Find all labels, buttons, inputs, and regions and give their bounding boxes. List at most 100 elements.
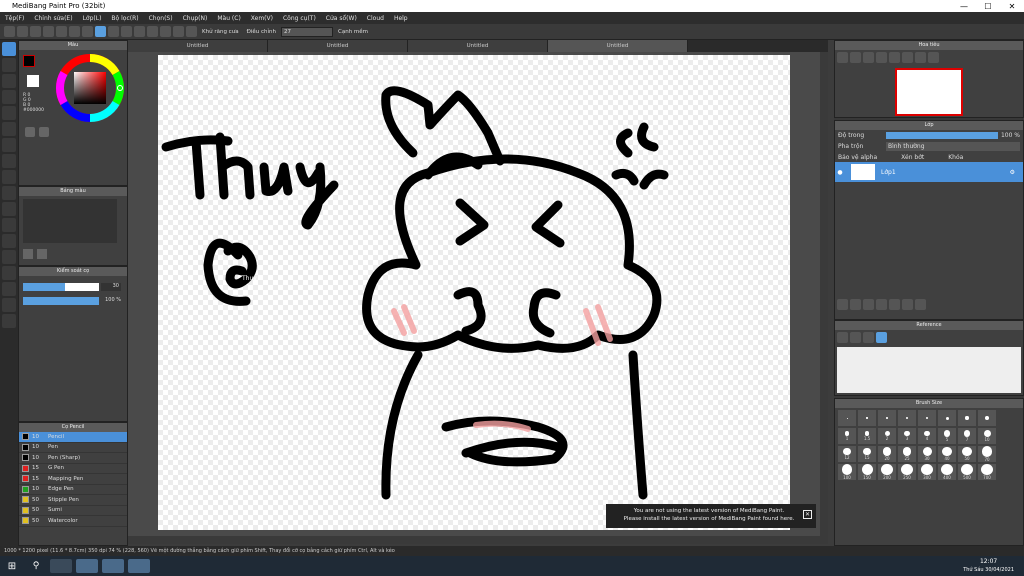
brush-size-cell[interactable]: 200 [878, 464, 896, 480]
brush-size-cell[interactable]: 2 [878, 428, 896, 444]
redo-icon[interactable] [82, 26, 93, 37]
eye-icon[interactable]: ● [835, 169, 845, 176]
undo-icon[interactable] [69, 26, 80, 37]
brush-item[interactable]: 15 Mapping Pen [19, 474, 127, 485]
zoom-out-icon[interactable] [850, 52, 861, 63]
text-tool-icon[interactable] [2, 250, 16, 264]
brush-size-cell[interactable]: 250 [898, 464, 916, 480]
layer-row[interactable]: ● Lớp1 ⚙ [835, 162, 1023, 182]
brush-size-cell[interactable] [918, 410, 936, 426]
brush-size-cell[interactable]: 70 [978, 446, 996, 462]
maximize-button[interactable]: ☐ [976, 2, 1000, 11]
canvas-area[interactable]: Thuy You are not using the latest versio… [128, 52, 828, 544]
eraser-tool-icon[interactable] [2, 58, 16, 72]
layer-opacity-slider[interactable] [885, 131, 998, 139]
minimize-button[interactable]: — [952, 2, 976, 11]
update-notice[interactable]: You are not using the latest version of … [606, 504, 816, 528]
brush-item[interactable]: 10 Edge Pen [19, 485, 127, 495]
correction-select[interactable]: 27 [281, 26, 333, 37]
snap-off-icon[interactable] [95, 26, 106, 37]
canvas[interactable]: Thuy [158, 55, 790, 530]
brush-item[interactable]: 10 Pen [19, 443, 127, 453]
magic-wand-icon[interactable] [2, 202, 16, 216]
brush-size-cell[interactable]: 700 [978, 464, 996, 480]
brush-size-cell[interactable]: 50 [958, 446, 976, 462]
merge-icon[interactable] [902, 299, 913, 310]
document-tab[interactable]: Untitled [268, 40, 408, 52]
ref-hand-icon[interactable] [876, 332, 887, 343]
duplicate-layer-icon[interactable] [876, 299, 887, 310]
lasso-tool-icon[interactable] [2, 186, 16, 200]
shape-tool-icon[interactable] [2, 122, 16, 136]
menu-item[interactable]: Chụp(N) [178, 15, 213, 22]
brush-size-cell[interactable] [838, 410, 856, 426]
background-color[interactable] [27, 75, 39, 87]
pen-tool-icon[interactable] [2, 298, 16, 312]
size-value[interactable]: 30 [101, 283, 121, 291]
check-tool-icon[interactable] [2, 106, 16, 120]
brush-size-cell[interactable]: 5 [938, 428, 956, 444]
navigator-preview[interactable] [895, 68, 963, 116]
brush-item[interactable]: 15 G Pen [19, 464, 127, 474]
ref-zoom-in-icon[interactable] [850, 332, 861, 343]
protect-alpha-checkbox[interactable]: Bảo vệ alpha [838, 154, 877, 161]
brush-size-cell[interactable] [978, 410, 996, 426]
brush-item[interactable]: 10 Pen (Sharp) [19, 453, 127, 464]
chrome-icon[interactable] [76, 559, 98, 573]
brush-item[interactable]: 50 Watercolor [19, 516, 127, 527]
fit-icon[interactable] [863, 52, 874, 63]
horizontal-scrollbar[interactable] [128, 536, 820, 544]
swatch-area[interactable] [23, 199, 117, 243]
actual-size-icon[interactable] [876, 52, 887, 63]
file-explorer-icon[interactable] [102, 559, 124, 573]
brush-size-cell[interactable] [858, 410, 876, 426]
add-layer-icon[interactable] [837, 299, 848, 310]
snap-vanish-icon[interactable] [134, 26, 145, 37]
brush-size-cell[interactable]: 40 [938, 446, 956, 462]
select-eraser-icon[interactable] [2, 234, 16, 248]
medibang-icon[interactable] [128, 559, 150, 573]
operation-tool-icon[interactable] [2, 266, 16, 280]
ref-zoom-out-icon[interactable] [863, 332, 874, 343]
document-tab[interactable]: Untitled [128, 40, 268, 52]
task-view-icon[interactable] [50, 559, 72, 573]
color-mode-icon[interactable] [25, 127, 35, 137]
brush-size-cell[interactable]: 15 [858, 446, 876, 462]
brush-size-cell[interactable]: 25 [898, 446, 916, 462]
brush-size-cell[interactable]: 1 [838, 428, 856, 444]
lock-checkbox[interactable]: Khóa [948, 154, 963, 161]
foreground-color[interactable] [23, 55, 35, 67]
menu-item[interactable]: Cloud [362, 15, 389, 22]
brush-item[interactable]: 10 Pencil [19, 432, 127, 443]
brush-size-cell[interactable]: 20 [878, 446, 896, 462]
rotate-left-icon[interactable] [889, 52, 900, 63]
brush-size-cell[interactable]: 12 [838, 446, 856, 462]
brush-size-cell[interactable]: 1.5 [858, 428, 876, 444]
select-pen-icon[interactable] [2, 218, 16, 232]
menu-item[interactable]: Xem(V) [246, 15, 278, 22]
brush-size-cell[interactable]: 400 [938, 464, 956, 480]
menu-item[interactable]: Bộ lọc(R) [106, 15, 143, 22]
snap-parallel-icon[interactable] [108, 26, 119, 37]
brush-size-cell[interactable] [938, 410, 956, 426]
document-tab[interactable]: Untitled [548, 40, 688, 52]
close-notice-icon[interactable]: ✕ [803, 510, 812, 519]
menu-item[interactable]: Chỉnh sửa(E) [29, 15, 77, 22]
brush-size-cell[interactable]: 10 [978, 428, 996, 444]
fill-tool-icon[interactable] [2, 138, 16, 152]
new-file-icon[interactable] [4, 26, 15, 37]
snap-radial-icon[interactable] [147, 26, 158, 37]
brush-item[interactable]: 50 Sumi [19, 506, 127, 516]
brush-size-cell[interactable]: 4 [918, 428, 936, 444]
antialias-checkbox[interactable]: Khử răng cưa [202, 29, 239, 35]
rotate-right-icon[interactable] [902, 52, 913, 63]
opacity-slider[interactable] [23, 297, 99, 305]
reference-area[interactable] [837, 347, 1021, 393]
blend-select[interactable]: Bình thường [886, 141, 1020, 151]
brush-size-cell[interactable]: 500 [958, 464, 976, 480]
add-swatch-icon[interactable] [23, 249, 33, 259]
delete-layer-icon[interactable] [915, 299, 926, 310]
brush-size-cell[interactable]: 30 [918, 446, 936, 462]
reset-icon[interactable] [915, 52, 926, 63]
snap-curve-icon[interactable] [173, 26, 184, 37]
